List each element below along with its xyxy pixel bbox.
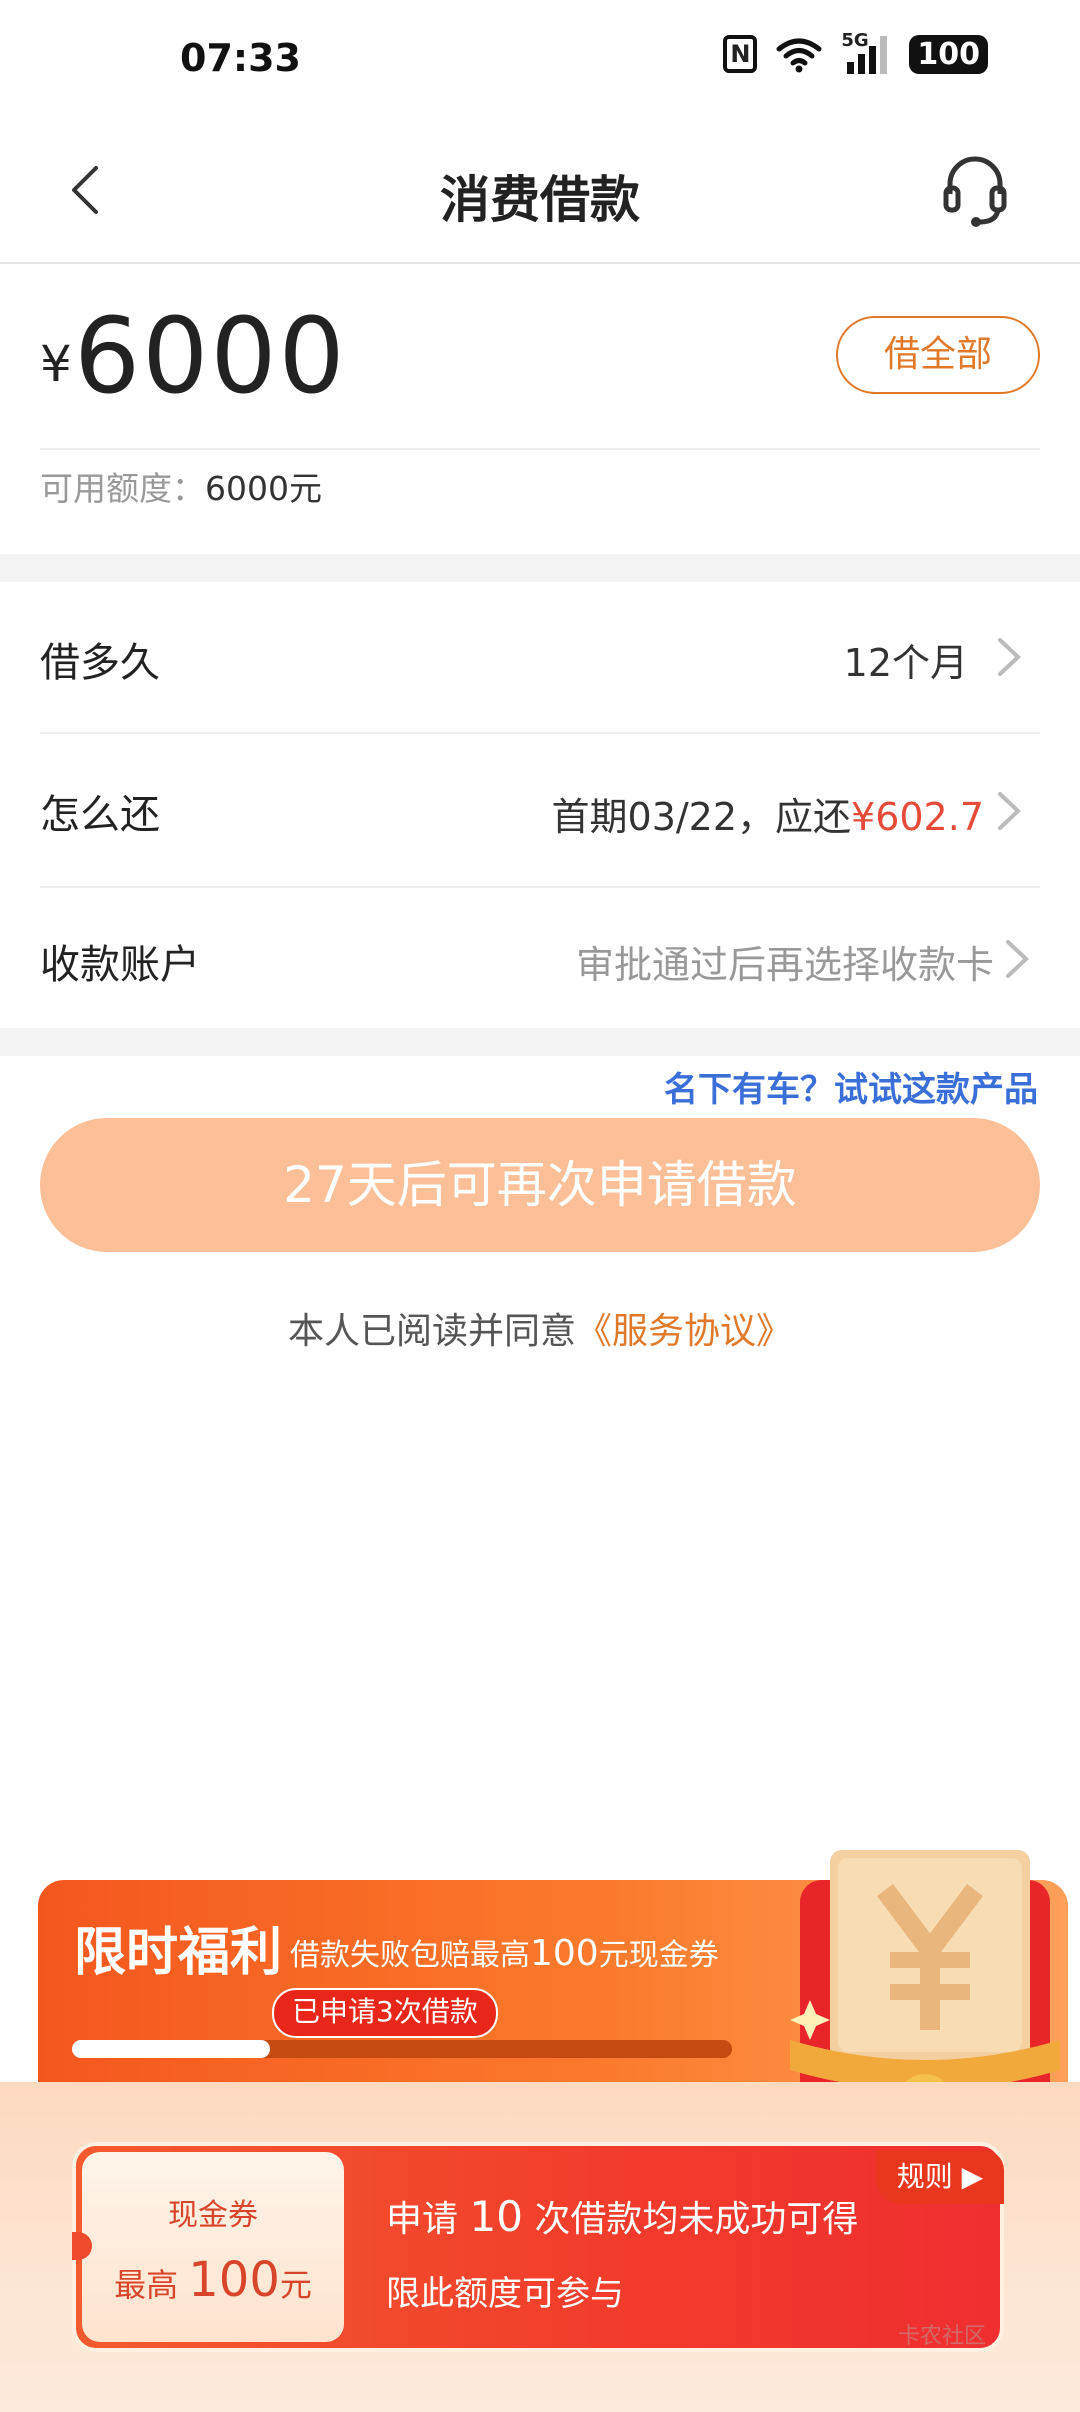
- apply-loan-button[interactable]: 27天后可再次申请借款: [40, 1118, 1040, 1252]
- status-time: 07:33: [180, 36, 301, 80]
- divider: [40, 448, 1040, 450]
- repay-label: 怎么还: [40, 792, 160, 838]
- coupon-condition-suffix: 次借款均未成功可得: [534, 2199, 859, 2240]
- available-credit-value: 6000元: [205, 469, 322, 508]
- coupon-stub: [82, 2152, 344, 2342]
- repay-amount: ¥602.7: [851, 795, 984, 839]
- coupon-type: 现金券: [168, 2198, 258, 2233]
- progress-fill: [72, 2040, 270, 2058]
- service-agreement-link[interactable]: 《服务协议》: [576, 1311, 792, 1352]
- divider: [40, 732, 1040, 734]
- welfare-subtitle-suffix: 元现金券: [598, 1938, 719, 1973]
- nav-divider: [0, 262, 1080, 264]
- account-label: 收款账户: [40, 942, 200, 988]
- status-icons: N 5G 100: [723, 30, 988, 74]
- page-title: 消费借款: [440, 171, 640, 229]
- coupon-max-prefix: 最高: [114, 2266, 179, 2304]
- agreement-text: 本人已阅读并同意《服务协议》: [0, 1302, 1080, 1354]
- headset-icon[interactable]: [940, 150, 1010, 230]
- network-type: 5G: [841, 30, 869, 51]
- repay-value[interactable]: 首期03/22，应还¥602.7: [552, 786, 984, 841]
- signal-icon: 5G: [841, 30, 891, 74]
- nfc-icon: N: [723, 35, 758, 73]
- car-product-link[interactable]: 名下有车？试试这款产品: [664, 1062, 1038, 1111]
- welfare-subtitle-amount: 100: [530, 1933, 599, 1974]
- coupon-scope: 限此额度可参与: [386, 2274, 624, 2314]
- term-label: 借多久: [40, 640, 160, 686]
- agreement-prefix: 本人已阅读并同意: [287, 1311, 576, 1352]
- wifi-icon: [776, 38, 822, 73]
- coupon-condition-prefix: 申请: [386, 2199, 459, 2240]
- applied-count-badge: 已申请3次借款: [272, 1988, 498, 2038]
- term-value[interactable]: 12个月: [844, 632, 968, 687]
- coupon-max-amount: 100: [188, 2252, 280, 2308]
- rules-button[interactable]: 规则 ▶: [876, 2150, 1004, 2204]
- chevron-right-icon[interactable]: [994, 788, 1024, 834]
- coupon-condition-count: 10: [469, 2192, 523, 2241]
- currency-symbol: ¥: [40, 335, 72, 393]
- section-separator: [0, 1028, 1080, 1056]
- coupon-max-value: 最高 100元: [82, 2252, 344, 2308]
- divider: [40, 886, 1040, 888]
- watermark-text: 卡农社区: [898, 2324, 987, 2349]
- coupon-max-unit: 元: [279, 2266, 312, 2304]
- welfare-subtitle: 借款失败包赔最高100元现金券: [290, 1930, 719, 1974]
- coupon-condition: 申请 10 次借款均未成功可得: [386, 2190, 858, 2242]
- battery-indicator: 100: [909, 34, 988, 74]
- account-value[interactable]: 审批通过后再选择收款卡: [576, 934, 994, 989]
- welfare-subtitle-prefix: 借款失败包赔最高: [290, 1938, 530, 1973]
- watermark-logo: 卡农社区: [898, 2318, 986, 2350]
- borrow-all-button[interactable]: 借全部: [836, 316, 1040, 394]
- available-credit: 可用额度：6000元: [40, 462, 322, 510]
- section-separator: [0, 554, 1080, 582]
- chevron-right-icon[interactable]: [994, 634, 1024, 680]
- chevron-right-icon[interactable]: [1002, 936, 1032, 982]
- loan-amount[interactable]: 6000: [74, 295, 347, 417]
- available-credit-label: 可用额度：: [40, 469, 205, 508]
- welfare-title: 限时福利: [74, 1923, 283, 1983]
- repay-first-date: 首期03/22，应还: [551, 795, 852, 839]
